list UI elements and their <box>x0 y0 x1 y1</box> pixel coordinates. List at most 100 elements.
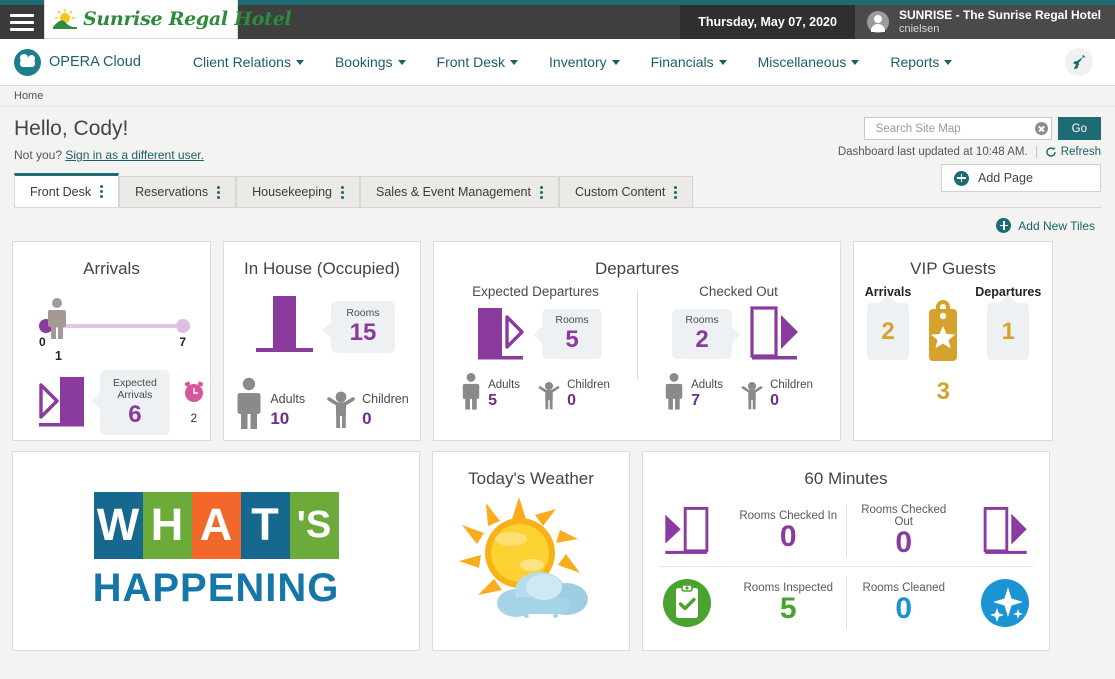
adults-label: Adults <box>488 379 520 393</box>
add-new-tiles-button[interactable]: Add New Tiles <box>0 208 1115 233</box>
tab-custom-content[interactable]: Custom Content <box>559 176 693 207</box>
nav-item-miscellaneous[interactable]: Miscellaneous <box>758 54 860 70</box>
tab-menu-icon[interactable] <box>674 186 677 199</box>
plus-icon <box>996 218 1011 233</box>
refresh-button[interactable]: Refresh <box>1045 146 1101 158</box>
sparkle-icon <box>961 577 1049 629</box>
hamburger-menu-icon[interactable] <box>0 5 44 39</box>
refresh-icon <box>1045 146 1057 158</box>
tile-title: VIP Guests <box>854 242 1052 279</box>
tab-menu-icon[interactable] <box>100 185 103 198</box>
children-label: Children <box>770 379 813 393</box>
children-label: Children <box>362 392 409 408</box>
vip-arrivals-value: 2 <box>881 318 894 346</box>
tile-60-minutes[interactable]: 60 Minutes Rooms Checked In 0 <box>642 451 1050 651</box>
rooms-cleaned-cell: Rooms Cleaned 0 <box>847 582 962 624</box>
children-value: 0 <box>567 392 610 410</box>
tab-housekeeping[interactable]: Housekeeping <box>236 176 360 207</box>
adults-value: 7 <box>691 392 723 410</box>
chevron-down-icon <box>510 60 518 65</box>
search-field-wrap[interactable] <box>864 117 1052 140</box>
wh-letter-w: W <box>94 492 143 559</box>
tile-title: 60 Minutes <box>643 452 1049 489</box>
tab-menu-icon[interactable] <box>341 186 344 199</box>
sun-behind-rain-cloud-icon <box>456 495 606 620</box>
vip-departures-chip: 1 <box>987 303 1029 360</box>
rooms-label: Rooms <box>685 314 718 326</box>
tile-departures[interactable]: Departures Expected Departures Rooms 5 <box>433 241 841 441</box>
rooms-checked-in-cell: Rooms Checked In 0 <box>731 510 846 552</box>
rocket-icon[interactable] <box>1065 48 1093 76</box>
nav-item-bookings[interactable]: Bookings <box>335 54 406 70</box>
tab-sales-event-management[interactable]: Sales & Event Management <box>360 176 559 207</box>
child-icon <box>538 380 560 410</box>
slider-min-label: 0 <box>39 335 46 349</box>
search-section: Go Dashboard last updated at 10:48 AM. R… <box>838 117 1101 158</box>
tab-label: Sales & Event Management <box>376 185 531 199</box>
go-button[interactable]: Go <box>1058 117 1101 140</box>
vip-departures-value: 1 <box>1002 318 1015 346</box>
door-checkin-icon <box>643 503 731 559</box>
plus-icon <box>954 171 969 186</box>
rooms-value: 5 <box>555 327 588 353</box>
vip-arrivals-chip: 2 <box>867 303 909 360</box>
rooms-inspected-value: 5 <box>735 594 842 624</box>
nav-label: Bookings <box>335 54 393 70</box>
children-group: Children 0 <box>741 372 813 410</box>
tab-reservations[interactable]: Reservations <box>119 176 236 207</box>
breadcrumb[interactable]: Home <box>0 86 1115 107</box>
dashboard-grid: Arrivals 0 7 1 <box>0 233 1115 651</box>
rooms-checked-out-label: Rooms Checked Out <box>851 504 958 528</box>
add-page-button[interactable]: Add Page <box>941 164 1101 192</box>
add-new-tiles-label: Add New Tiles <box>1018 219 1095 233</box>
sunrise-icon <box>52 9 78 29</box>
tab-front-desk[interactable]: Front Desk <box>14 173 119 207</box>
tab-label: Reservations <box>135 185 208 199</box>
wh-letter-t: T <box>241 492 290 559</box>
nav-item-reports[interactable]: Reports <box>890 54 952 70</box>
nav-item-inventory[interactable]: Inventory <box>549 54 620 70</box>
dashboard-tabs: Front Desk Reservations Housekeeping Sal… <box>0 173 1115 207</box>
expected-arrivals-callout: Expected Arrivals 6 <box>100 370 170 435</box>
sign-in-different-user-link[interactable]: Sign in as a different user. <box>65 148 204 162</box>
wh-letter-s: 'S <box>290 492 339 559</box>
business-date: Thursday, May 07, 2020 <box>680 5 855 39</box>
child-icon <box>327 389 355 429</box>
nav-item-client-relations[interactable]: Client Relations <box>193 54 304 70</box>
tile-whats-happening[interactable]: W H A T 'S HAPPENING <box>12 451 420 651</box>
tab-menu-icon[interactable] <box>217 186 220 199</box>
divider <box>1036 146 1037 158</box>
door-departure-outline-icon <box>743 303 805 365</box>
top-header-bar: Sunrise Regal Hotel Thursday, May 07, 20… <box>0 5 1115 39</box>
nav-label: Financials <box>651 54 714 70</box>
header-spacer <box>238 5 680 39</box>
expected-arrivals-label-line2: Arrivals <box>113 389 157 401</box>
tile-arrivals[interactable]: Arrivals 0 7 1 <box>12 241 211 441</box>
nav-label: Miscellaneous <box>758 54 847 70</box>
nav-item-financials[interactable]: Financials <box>651 54 727 70</box>
arrived-count: 1 <box>55 349 62 363</box>
search-input[interactable] <box>876 123 1030 135</box>
wh-letter-h: H <box>143 492 192 559</box>
chevron-down-icon <box>944 60 952 65</box>
hotel-logo[interactable]: Sunrise Regal Hotel <box>44 0 238 39</box>
user-property-menu[interactable]: SUNRISE - The Sunrise Regal Hotel cniels… <box>855 5 1115 39</box>
nav-label: Client Relations <box>193 54 291 70</box>
adults-label: Adults <box>691 379 723 393</box>
expected-rooms-callout: Rooms 5 <box>542 309 601 358</box>
opera-cloud-brand[interactable]: OPERA Cloud <box>14 49 141 76</box>
slider-handle-max[interactable] <box>176 319 190 333</box>
rooms-checked-out-cell: Rooms Checked Out 0 <box>847 504 962 558</box>
tile-in-house[interactable]: In House (Occupied) Rooms 15 <box>223 241 421 441</box>
child-icon <box>741 380 763 410</box>
tab-menu-icon[interactable] <box>540 186 543 199</box>
divider <box>637 290 638 380</box>
tile-todays-weather[interactable]: Today's Weather <box>432 451 630 651</box>
refresh-label: Refresh <box>1061 146 1101 158</box>
nav-item-front-desk[interactable]: Front Desk <box>437 54 518 70</box>
add-page-label: Add Page <box>978 171 1033 185</box>
clipboard-check-icon <box>643 577 731 629</box>
arrivals-slider[interactable]: 0 7 1 <box>13 305 210 353</box>
clear-icon[interactable] <box>1035 122 1048 135</box>
tile-vip-guests[interactable]: VIP Guests Arrivals 2 3 <box>853 241 1053 441</box>
